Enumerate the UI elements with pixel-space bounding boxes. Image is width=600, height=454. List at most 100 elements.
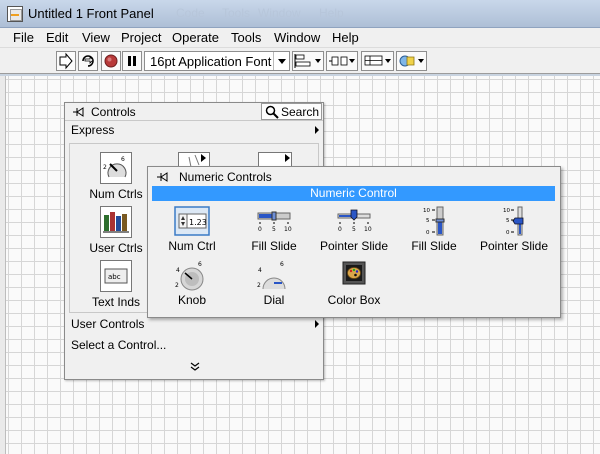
select-a-control[interactable]: Select a Control... bbox=[65, 336, 323, 354]
svg-text:2: 2 bbox=[103, 164, 107, 171]
pointer-slide-vertical-item[interactable]: 10 5 0 Pointer Slide bbox=[474, 205, 554, 253]
dial-label: Dial bbox=[263, 293, 285, 307]
category-text-inds-label: Text Inds bbox=[91, 295, 141, 309]
fill-slide-label: Fill Slide bbox=[251, 239, 297, 253]
category-num-ctrls-label: Num Ctrls bbox=[89, 187, 143, 201]
select-a-control-label: Select a Control... bbox=[71, 338, 167, 352]
svg-text:6: 6 bbox=[280, 261, 284, 268]
category-express[interactable]: Express bbox=[65, 121, 323, 139]
search-icon bbox=[265, 105, 279, 122]
expand-palette-icon[interactable] bbox=[190, 361, 200, 375]
pointer-slide-horizontal-item[interactable]: 0 5 10 Pointer Slide bbox=[314, 205, 394, 253]
color-box-icon bbox=[334, 259, 374, 293]
run-arrow-icon[interactable] bbox=[56, 51, 76, 71]
chevron-down-icon bbox=[349, 59, 355, 63]
font-selector-label: 16pt Application Font bbox=[150, 54, 272, 69]
pointer-slide-vertical-label: Pointer Slide bbox=[479, 239, 549, 253]
run-continuously-icon[interactable] bbox=[78, 51, 98, 71]
svg-text:6: 6 bbox=[121, 156, 125, 163]
svg-text:10: 10 bbox=[284, 226, 292, 233]
menu-project[interactable]: Project bbox=[121, 30, 161, 45]
ghost-menu-code: Code bbox=[176, 6, 205, 20]
category-user-controls-label: User Controls bbox=[71, 317, 145, 331]
svg-text:5: 5 bbox=[352, 226, 356, 233]
category-user-ctrls[interactable]: User Ctrls bbox=[86, 206, 146, 255]
dial-item[interactable]: 6 4 2 Dial bbox=[234, 259, 314, 307]
svg-text:4: 4 bbox=[258, 267, 262, 274]
labview-window-icon bbox=[7, 6, 23, 22]
menu-view[interactable]: View bbox=[82, 30, 110, 45]
numeric-control-icon: 1.23 bbox=[172, 205, 212, 239]
controls-palette-header: Controls Search bbox=[65, 103, 323, 121]
numeric-value-text: 1.23 bbox=[189, 218, 207, 227]
num-ctrl-label: Num Ctrl bbox=[168, 239, 216, 253]
font-selector[interactable]: 16pt Application Font bbox=[144, 51, 290, 71]
horizontal-fill-slide-icon: 0 5 10 bbox=[254, 205, 294, 239]
search-button[interactable]: Search bbox=[261, 103, 322, 120]
abort-icon[interactable] bbox=[101, 51, 121, 71]
title-bar: Untitled 1 Front Panel Code Tools Window… bbox=[0, 0, 600, 28]
color-box-label: Color Box bbox=[327, 293, 381, 307]
reorder-objects-button[interactable] bbox=[396, 51, 427, 71]
ghost-menu-help: Help bbox=[319, 6, 344, 20]
svg-text:0: 0 bbox=[426, 230, 430, 236]
vertical-fill-slide-icon: 10 5 0 bbox=[414, 205, 454, 239]
category-user-ctrls-label: User Ctrls bbox=[89, 241, 143, 255]
pointer-slide-label: Pointer Slide bbox=[319, 239, 389, 253]
menu-operate[interactable]: Operate bbox=[172, 30, 219, 45]
knob-icon: 6 4 2 bbox=[172, 259, 212, 293]
menu-edit[interactable]: Edit bbox=[46, 30, 68, 45]
menu-window[interactable]: Window bbox=[274, 30, 320, 45]
knob-label: Knob bbox=[177, 293, 207, 307]
thumbtack-icon[interactable] bbox=[72, 106, 84, 118]
svg-text:0: 0 bbox=[258, 226, 262, 233]
svg-text:5: 5 bbox=[506, 218, 510, 224]
color-box-item[interactable]: Color Box bbox=[314, 259, 394, 307]
text-inds-icon: abc bbox=[100, 260, 132, 292]
numeric-controls-title: Numeric Controls bbox=[179, 170, 272, 184]
vertical-pointer-slide-icon: 10 5 0 bbox=[494, 205, 534, 239]
category-text-inds[interactable]: abc Text Inds bbox=[86, 260, 146, 309]
dial-icon: 6 4 2 bbox=[254, 259, 294, 293]
svg-text:10: 10 bbox=[423, 208, 430, 214]
align-objects-button[interactable] bbox=[292, 51, 324, 71]
toolbar: 16pt Application Font bbox=[0, 48, 600, 74]
chevron-right-icon bbox=[315, 126, 319, 134]
menu-tools[interactable]: Tools bbox=[231, 30, 261, 45]
knob-item[interactable]: 6 4 2 Knob bbox=[152, 259, 232, 307]
controls-palette-title: Controls bbox=[91, 105, 136, 119]
chevron-down-icon bbox=[315, 59, 321, 63]
chevron-right-icon bbox=[315, 320, 319, 328]
svg-text:6: 6 bbox=[198, 261, 202, 268]
pause-icon[interactable] bbox=[122, 51, 142, 71]
svg-text:0: 0 bbox=[338, 226, 342, 233]
numeric-control-item[interactable]: 1.23 Num Ctrl bbox=[152, 205, 232, 253]
fill-slide-horizontal-item[interactable]: 0 5 10 Fill Slide bbox=[234, 205, 314, 253]
selected-item-label: Numeric Control bbox=[152, 186, 555, 201]
svg-text:5: 5 bbox=[272, 226, 276, 233]
fill-slide-vertical-label: Fill Slide bbox=[411, 239, 457, 253]
menu-help[interactable]: Help bbox=[332, 30, 359, 45]
menu-file[interactable]: File bbox=[13, 30, 34, 45]
svg-text:abc: abc bbox=[108, 273, 121, 281]
ghost-menu-tools: Tools bbox=[222, 6, 251, 20]
window-title: Untitled 1 Front Panel bbox=[28, 6, 154, 21]
distribute-objects-button[interactable] bbox=[326, 51, 358, 71]
svg-text:4: 4 bbox=[176, 267, 180, 274]
resize-objects-button[interactable] bbox=[361, 51, 394, 71]
svg-text:10: 10 bbox=[364, 226, 372, 233]
numeric-controls-palette: Numeric Controls Numeric Control 1.23 Nu… bbox=[147, 166, 561, 318]
chevron-down-icon bbox=[273, 52, 289, 70]
fill-slide-vertical-item[interactable]: 10 5 0 Fill Slide bbox=[394, 205, 474, 253]
horizontal-pointer-slide-icon: 0 5 10 bbox=[334, 205, 374, 239]
menu-bar: File Edit View Project Operate Tools Win… bbox=[0, 28, 600, 48]
thumbtack-icon[interactable] bbox=[156, 171, 168, 183]
svg-text:2: 2 bbox=[175, 282, 179, 289]
num-ctrls-icon: 62 bbox=[100, 152, 132, 184]
svg-text:2: 2 bbox=[257, 282, 261, 289]
category-express-label: Express bbox=[71, 123, 115, 137]
category-num-ctrls[interactable]: 62 Num Ctrls bbox=[86, 152, 146, 201]
chevron-down-icon bbox=[385, 59, 391, 63]
svg-text:0: 0 bbox=[506, 230, 510, 236]
search-button-label: Search bbox=[281, 105, 320, 119]
